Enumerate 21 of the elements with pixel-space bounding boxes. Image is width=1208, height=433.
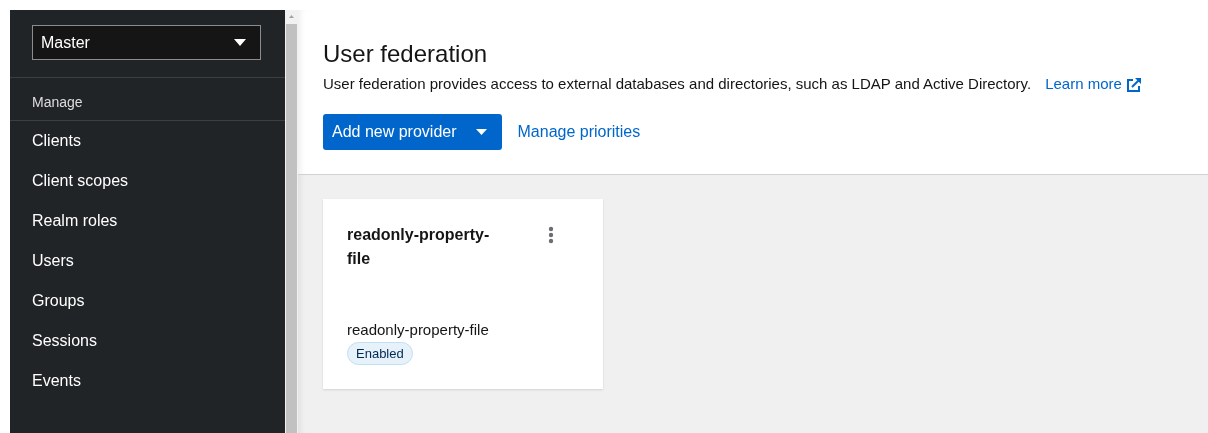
kebab-menu-icon[interactable] bbox=[548, 226, 554, 244]
nav-item[interactable]: Sessions bbox=[10, 321, 285, 361]
page-title: User federation bbox=[323, 40, 489, 68]
description-text: User federation provides access to external databases and directories, such as LDAP and Active Directory. bbox=[323, 75, 1032, 92]
provider-name: readonly-property-file bbox=[347, 321, 490, 338]
nav-item[interactable]: Client scopes bbox=[10, 161, 285, 201]
learn-more-link[interactable]: Learn more bbox=[1045, 75, 1122, 92]
card-title: readonly-property-file bbox=[347, 225, 491, 269]
add-provider-button[interactable]: Add new provider bbox=[323, 114, 502, 150]
realm-select[interactable]: Master bbox=[32, 25, 261, 60]
external-link-icon[interactable] bbox=[1126, 77, 1143, 94]
nav-item[interactable]: Users bbox=[10, 241, 285, 281]
provider-card[interactable]: readonly-property-file readonly-property-file Enabled bbox=[323, 199, 603, 389]
manage-priorities-link[interactable]: Manage priorities bbox=[517, 123, 641, 141]
nav-item[interactable]: Groups bbox=[10, 281, 285, 321]
nav-item[interactable]: Events bbox=[10, 361, 285, 401]
nav-item[interactable]: Clients bbox=[10, 121, 285, 161]
status-label: Enabled bbox=[347, 342, 413, 365]
caret-icon bbox=[475, 129, 487, 135]
nav-item[interactable]: Realm roles bbox=[10, 201, 285, 241]
caret-icon bbox=[234, 39, 246, 46]
